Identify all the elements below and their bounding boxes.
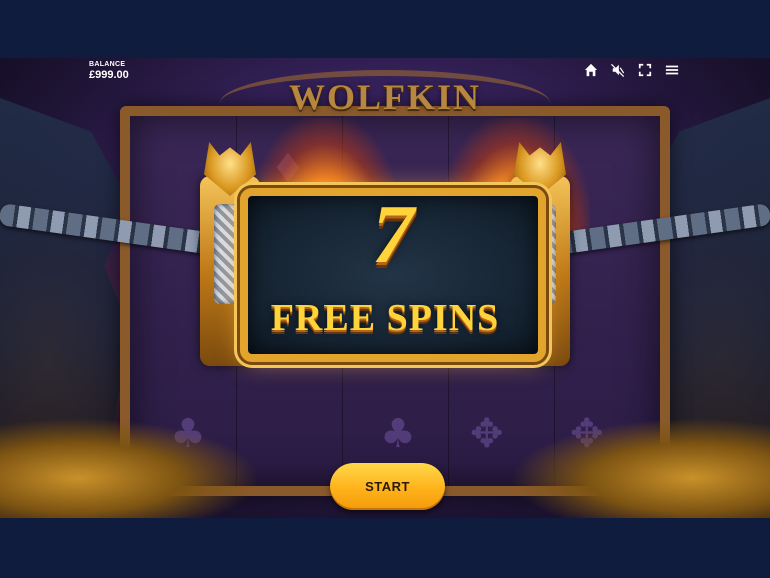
knot-symbol-icon: ✥ — [470, 411, 504, 457]
sound-muted-icon[interactable] — [610, 62, 626, 78]
balance-label: BALANCE — [89, 61, 126, 68]
top-toolbar — [583, 62, 680, 78]
free-spins-label: FREE SPINS — [270, 297, 500, 339]
balance-value: £999.00 — [89, 69, 129, 81]
menu-icon[interactable] — [664, 62, 680, 78]
balance-display: BALANCE £999.00 — [89, 61, 129, 81]
bottom-frame — [0, 518, 770, 578]
gold-coins-left — [0, 418, 260, 518]
fullscreen-icon[interactable] — [637, 62, 653, 78]
free-spins-count: 7 — [372, 188, 414, 281]
club-symbol-icon: ♣ — [380, 411, 416, 457]
home-icon[interactable] — [583, 62, 599, 78]
top-frame — [0, 0, 770, 58]
start-button[interactable]: START — [330, 463, 445, 510]
game-logo: WOLFKIN — [288, 77, 481, 117]
gold-coins-right — [510, 418, 770, 518]
